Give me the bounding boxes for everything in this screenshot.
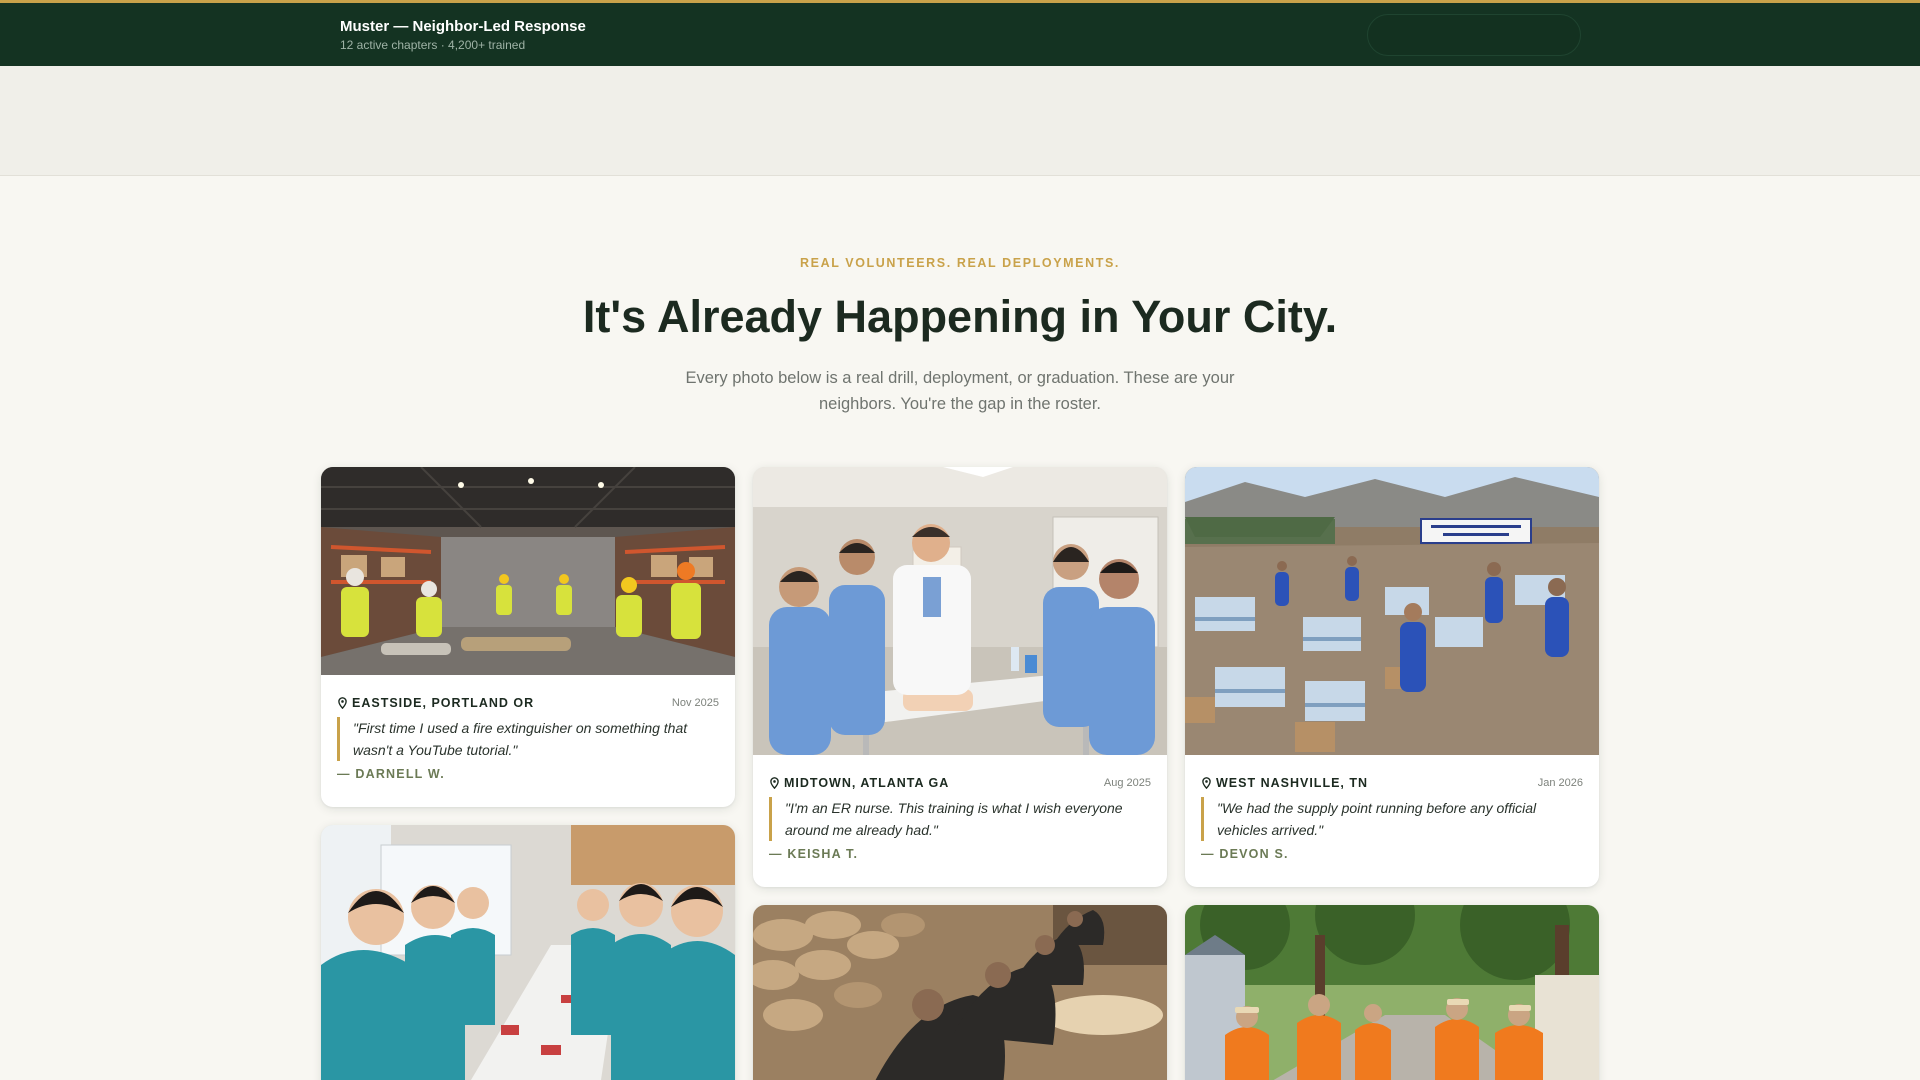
map-pin-icon	[1202, 777, 1211, 789]
story-card-atlanta[interactable]: MIDTOWN, ATLANTA GA Aug 2025 "I'm an ER …	[753, 467, 1167, 887]
story-card-portland[interactable]: EASTSIDE, PORTLAND OR Nov 2025 "First ti…	[321, 467, 735, 807]
header-action-button[interactable]	[1367, 14, 1581, 56]
story-author: — DARNELL W.	[337, 767, 445, 781]
story-date: Jan 2026	[1537, 777, 1583, 789]
hero-band	[0, 66, 1920, 176]
story-location: MIDTOWN, ATLANTA GA	[784, 776, 950, 790]
section-lede: Every photo below is a real drill, deplo…	[685, 369, 1235, 413]
story-photo-supply-distribution	[1185, 467, 1599, 755]
story-card-nashville[interactable]: WEST NASHVILLE, TN Jan 2026 "We had the …	[1185, 467, 1599, 887]
site-header: Muster — Neighbor-Led Response 12 active…	[0, 0, 1920, 66]
story-card-neighborhood-watch[interactable]	[1185, 905, 1599, 1080]
brand-title: Muster — Neighbor-Led Response	[340, 18, 586, 35]
story-location: EASTSIDE, PORTLAND OR	[352, 696, 535, 710]
story-card-sandbag-line[interactable]	[753, 905, 1167, 1080]
story-author: — KEISHA T.	[769, 847, 859, 861]
section-headline: It's Already Happening in Your City.	[582, 291, 1338, 342]
story-location: WEST NASHVILLE, TN	[1216, 776, 1369, 790]
story-date: Nov 2025	[671, 697, 719, 709]
brand-subtitle: 12 active chapters · 4,200+ trained	[340, 38, 526, 52]
story-quote: "We had the supply point running before …	[1201, 797, 1575, 841]
story-quote: "I'm an ER nurse. This training is what …	[769, 797, 1143, 841]
story-quote: "First time I used a fire extinguisher o…	[337, 717, 711, 761]
story-photo-volunteer-kit-assembly	[321, 825, 735, 1080]
story-date: Aug 2025	[1103, 777, 1151, 789]
map-pin-icon	[770, 777, 779, 789]
brand[interactable]: Muster — Neighbor-Led Response 12 active…	[340, 17, 586, 53]
story-card-volunteers[interactable]	[321, 825, 735, 1080]
map-pin-icon	[338, 697, 347, 709]
story-author: — DEVON S.	[1201, 847, 1289, 861]
story-photo-warehouse-drill	[321, 467, 735, 675]
story-photo-neighborhood-patrol	[1185, 905, 1599, 1080]
story-photo-cpr-training	[753, 467, 1167, 755]
story-photo-sandbag-deployment	[753, 905, 1167, 1080]
section-eyebrow: REAL VOLUNTEERS. REAL DEPLOYMENTS.	[800, 256, 1120, 270]
